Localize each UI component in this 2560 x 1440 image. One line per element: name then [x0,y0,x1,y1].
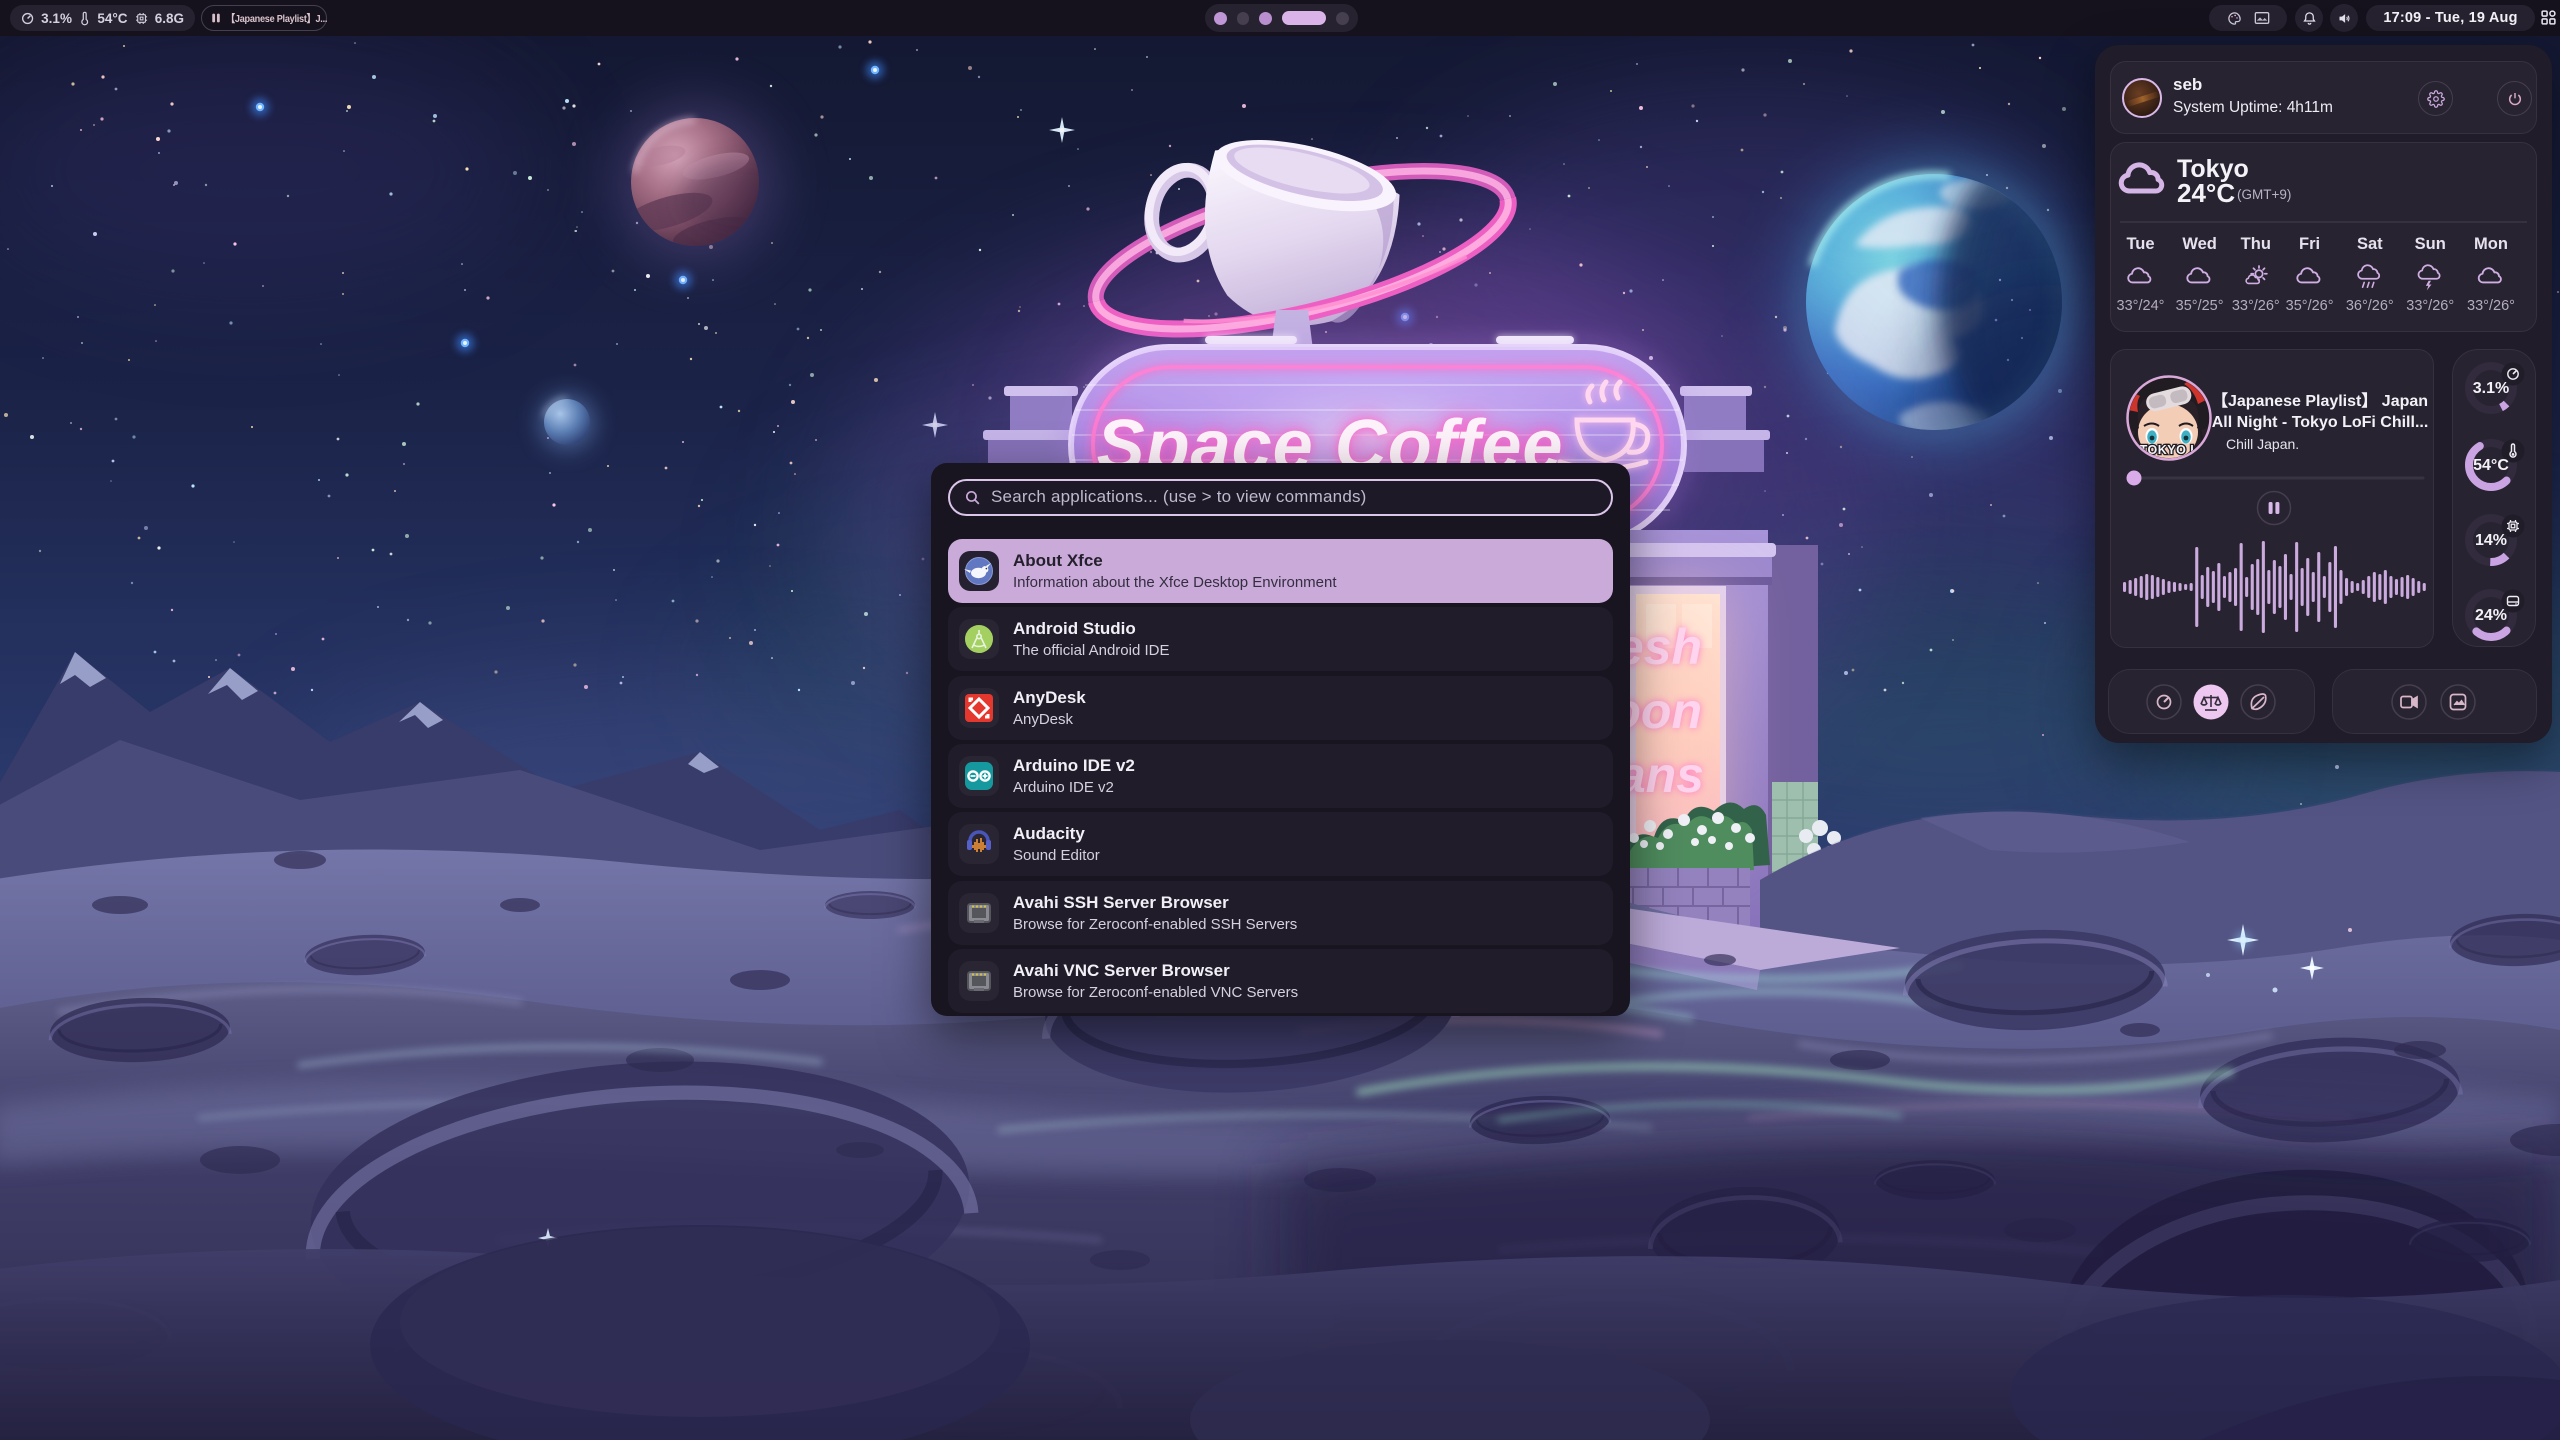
svg-text:35°/26°: 35°/26° [2286,298,2334,314]
svg-text:24%: 24% [2475,607,2507,624]
svg-text:33°/26°: 33°/26° [2232,298,2280,314]
svg-text:(GMT+9): (GMT+9) [2237,187,2291,202]
svg-text:Thu: Thu [2241,235,2271,253]
svg-text:Sun: Sun [2415,235,2446,253]
svg-text:14%: 14% [2475,532,2507,549]
svg-text:Fri: Fri [2299,235,2320,253]
svg-text:All Night - Tokyo LoFi Chill..: All Night - Tokyo LoFi Chill... [2212,414,2429,431]
svg-text:3.1%: 3.1% [2473,380,2509,397]
svg-text:54°C: 54°C [2473,457,2509,474]
svg-text:33°/26°: 33°/26° [2467,298,2515,314]
svg-text:24°C: 24°C [2177,178,2235,208]
svg-text:Sat: Sat [2357,235,2383,253]
svg-text:Chill Japan.: Chill Japan. [2226,436,2299,452]
svg-text:Wed: Wed [2182,235,2217,253]
svg-text:Tue: Tue [2126,235,2154,253]
svg-text:ans: ans [1618,747,1704,803]
svg-text:36°/26°: 36°/26° [2346,298,2394,314]
svg-text:35°/25°: 35°/25° [2176,298,2224,314]
svg-text:Mon: Mon [2474,235,2508,253]
svg-text:【Japanese Playlist】 Japan: 【Japanese Playlist】 Japan [2212,392,2428,410]
svg-text:33°/24°: 33°/24° [2117,298,2165,314]
svg-text:33°/26°: 33°/26° [2406,298,2454,314]
